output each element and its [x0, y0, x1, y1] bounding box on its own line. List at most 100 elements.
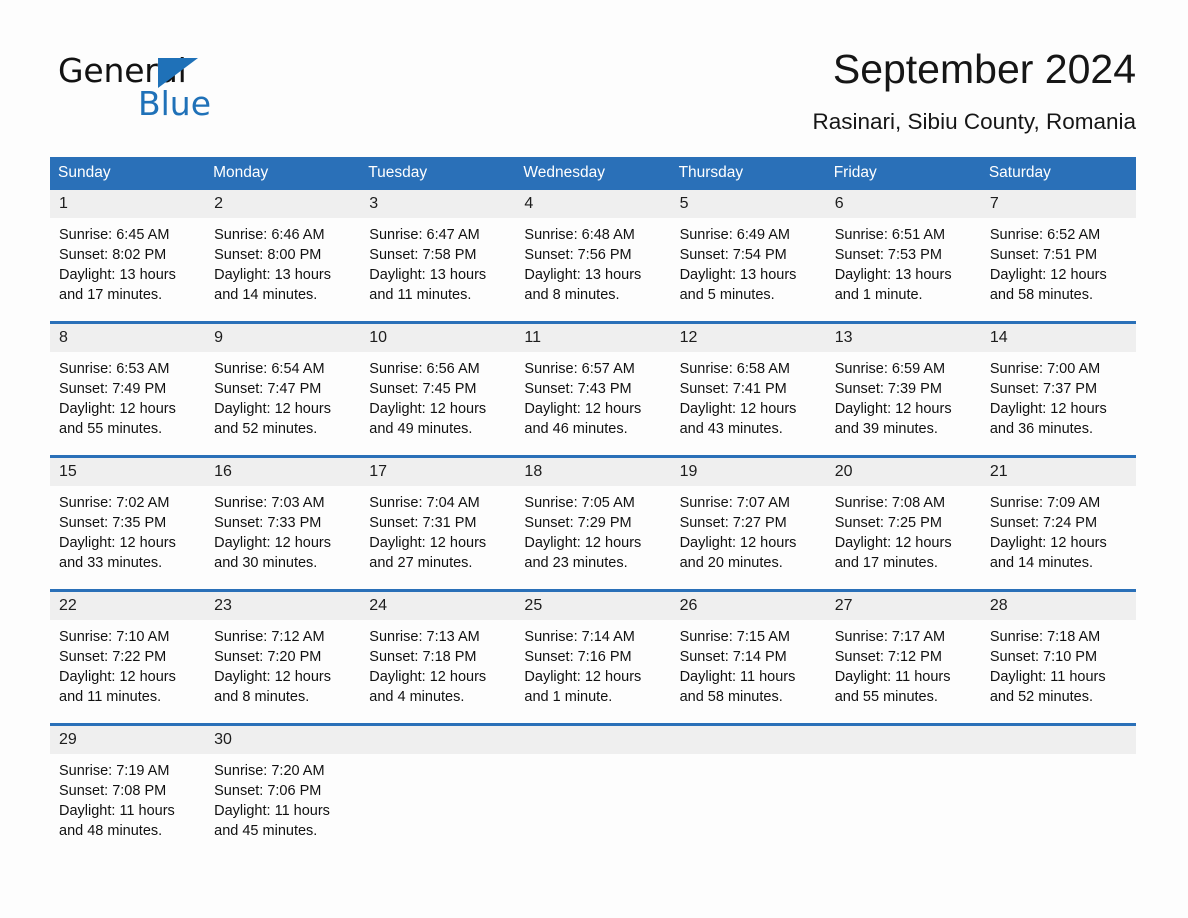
sunset-text: Sunset: 7:18 PM — [369, 649, 477, 665]
sunrise-text: Sunrise: 7:17 AM — [834, 629, 946, 645]
day-info: Sunrise: 6:49 AM Sunset: 7:54 PM Daylight:… — [671, 218, 826, 305]
sunset-text: Sunset: 8:00 PM — [214, 247, 322, 263]
day-number: 5 — [679, 195, 689, 212]
day-info — [360, 754, 515, 761]
day-info: Sunrise: 7:07 AM Sunset: 7:27 PM Daylight:… — [671, 486, 826, 573]
day-number-band: 30 — [205, 726, 361, 754]
calendar-day-cell[interactable]: 25 Sunrise: 7:14 AM Sunset: 7:16 PM Dayligh… — [515, 589, 671, 725]
calendar-day-cell[interactable]: 14 Sunrise: 7:00 AM Sunset: 7:37 PM Dayligh… — [980, 321, 1136, 457]
sunset-text: Sunset: 7:29 PM — [524, 515, 632, 531]
calendar-day-cell[interactable]: 4 Sunrise: 6:48 AM Sunset: 7:56 PM Daylight… — [515, 190, 671, 323]
day-number: 22 — [59, 597, 77, 614]
sunset-text: Sunset: 7:20 PM — [214, 649, 322, 665]
calendar-day-cell-empty — [825, 723, 981, 857]
day-cell-inner: 5 Sunrise: 6:49 AM Sunset: 7:54 PM Daylight… — [670, 190, 826, 321]
daylight-text: Daylight: 12 hours and 43 minutes. — [679, 401, 797, 437]
calendar-day-cell[interactable]: 23 Sunrise: 7:12 AM Sunset: 7:20 PM Dayligh… — [205, 589, 361, 725]
sunset-text: Sunset: 7:14 PM — [679, 649, 787, 665]
day-cell-inner: 21 Sunrise: 7:09 AM Sunset: 7:24 PM Dayligh… — [980, 458, 1136, 589]
day-number: 8 — [59, 329, 68, 346]
weekday-header-tuesday: Tuesday — [360, 157, 516, 190]
calendar-week-row: 22 Sunrise: 7:10 AM Sunset: 7:22 PM Dayligh… — [50, 589, 1136, 725]
day-number-band: 29 — [50, 726, 206, 754]
calendar-week-row: 29 Sunrise: 7:19 AM Sunset: 7:08 PM Dayligh… — [50, 723, 1136, 857]
daylight-text: Daylight: 13 hours and 8 minutes. — [524, 267, 642, 303]
day-info: Sunrise: 7:10 AM Sunset: 7:22 PM Daylight:… — [50, 620, 205, 707]
day-number-band: 12 — [670, 324, 826, 352]
calendar-day-cell[interactable]: 11 Sunrise: 6:57 AM Sunset: 7:43 PM Dayligh… — [515, 321, 671, 457]
day-number-band: 5 — [670, 190, 826, 218]
calendar-day-cell-empty — [515, 723, 671, 857]
day-number: 25 — [524, 597, 543, 614]
day-cell-inner — [980, 726, 1136, 857]
calendar-day-cell[interactable]: 29 Sunrise: 7:19 AM Sunset: 7:08 PM Dayligh… — [50, 723, 206, 857]
day-number-band: 6 — [825, 190, 981, 218]
daylight-text: Daylight: 12 hours and 8 minutes. — [214, 669, 332, 705]
calendar-day-cell[interactable]: 10 Sunrise: 6:56 AM Sunset: 7:45 PM Dayligh… — [360, 321, 516, 457]
day-number: 17 — [369, 463, 388, 480]
day-cell-inner: 2 Sunrise: 6:46 AM Sunset: 8:00 PM Daylight… — [205, 190, 361, 321]
calendar-day-cell[interactable]: 17 Sunrise: 7:04 AM Sunset: 7:31 PM Dayligh… — [360, 455, 516, 591]
day-info: Sunrise: 7:00 AM Sunset: 7:37 PM Daylight:… — [981, 352, 1136, 439]
calendar-day-cell[interactable]: 6 Sunrise: 6:51 AM Sunset: 7:53 PM Daylight… — [825, 190, 981, 323]
day-info: Sunrise: 7:14 AM Sunset: 7:16 PM Daylight:… — [515, 620, 670, 707]
day-number-band: 21 — [980, 458, 1136, 486]
sunset-text: Sunset: 7:49 PM — [59, 381, 167, 397]
day-number-band: 13 — [825, 324, 981, 352]
calendar-day-cell[interactable]: 9 Sunrise: 6:54 AM Sunset: 7:47 PM Daylight… — [205, 321, 361, 457]
calendar-day-cell[interactable]: 1 Sunrise: 6:45 AM Sunset: 8:02 PM Daylight… — [50, 190, 206, 323]
calendar-day-cell[interactable]: 20 Sunrise: 7:08 AM Sunset: 7:25 PM Dayligh… — [825, 455, 981, 591]
day-info: Sunrise: 6:46 AM Sunset: 8:00 PM Daylight:… — [205, 218, 360, 305]
sunrise-text: Sunrise: 7:18 AM — [989, 629, 1101, 645]
day-number-band — [515, 726, 671, 754]
calendar-day-cell[interactable]: 28 Sunrise: 7:18 AM Sunset: 7:10 PM Dayligh… — [980, 589, 1136, 725]
sunset-text: Sunset: 7:35 PM — [59, 515, 167, 531]
sunset-text: Sunset: 7:39 PM — [834, 381, 942, 397]
day-number-band — [980, 726, 1136, 754]
day-info: Sunrise: 7:20 AM Sunset: 7:06 PM Daylight:… — [205, 754, 360, 841]
day-number: 19 — [679, 463, 698, 480]
general-blue-logo[interactable]: General Blue — [58, 52, 258, 132]
day-number: 23 — [214, 597, 232, 614]
calendar-day-cell[interactable]: 21 Sunrise: 7:09 AM Sunset: 7:24 PM Dayligh… — [980, 455, 1136, 591]
sunrise-text: Sunrise: 7:12 AM — [214, 629, 325, 645]
day-number-band: 27 — [825, 592, 981, 620]
sunrise-text: Sunrise: 7:03 AM — [214, 495, 325, 511]
calendar-day-cell[interactable]: 30 Sunrise: 7:20 AM Sunset: 7:06 PM Dayligh… — [205, 723, 361, 857]
calendar-day-cell[interactable]: 12 Sunrise: 6:58 AM Sunset: 7:41 PM Dayligh… — [670, 321, 826, 457]
calendar-day-cell[interactable]: 8 Sunrise: 6:53 AM Sunset: 7:49 PM Daylight… — [50, 321, 206, 457]
calendar-day-cell[interactable]: 19 Sunrise: 7:07 AM Sunset: 7:27 PM Dayligh… — [670, 455, 826, 591]
day-info: Sunrise: 7:17 AM Sunset: 7:12 PM Daylight:… — [826, 620, 981, 707]
calendar-day-cell[interactable]: 5 Sunrise: 6:49 AM Sunset: 7:54 PM Daylight… — [670, 190, 826, 323]
logo-text-blue: Blue — [138, 84, 212, 123]
weekday-header-monday: Monday — [205, 157, 361, 190]
calendar-day-cell[interactable]: 24 Sunrise: 7:13 AM Sunset: 7:18 PM Dayligh… — [360, 589, 516, 725]
calendar-day-cell[interactable]: 3 Sunrise: 6:47 AM Sunset: 7:58 PM Daylight… — [360, 190, 516, 323]
day-number-band: 10 — [360, 324, 516, 352]
calendar-day-cell[interactable]: 15 Sunrise: 7:02 AM Sunset: 7:35 PM Dayligh… — [50, 455, 206, 591]
calendar-day-cell[interactable]: 27 Sunrise: 7:17 AM Sunset: 7:12 PM Dayligh… — [825, 589, 981, 725]
daylight-text: Daylight: 12 hours and 49 minutes. — [369, 401, 487, 437]
calendar-day-cell[interactable]: 16 Sunrise: 7:03 AM Sunset: 7:33 PM Dayligh… — [205, 455, 361, 591]
sunset-text: Sunset: 7:45 PM — [369, 381, 477, 397]
calendar-day-cell[interactable]: 18 Sunrise: 7:05 AM Sunset: 7:29 PM Dayligh… — [515, 455, 671, 591]
day-info: Sunrise: 7:12 AM Sunset: 7:20 PM Daylight:… — [205, 620, 360, 707]
sunset-text: Sunset: 7:25 PM — [834, 515, 942, 531]
day-cell-inner: 25 Sunrise: 7:14 AM Sunset: 7:16 PM Dayligh… — [515, 592, 671, 723]
daylight-text: Daylight: 12 hours and 36 minutes. — [989, 401, 1107, 437]
calendar-day-cell[interactable]: 13 Sunrise: 6:59 AM Sunset: 7:39 PM Dayligh… — [825, 321, 981, 457]
calendar-day-cell[interactable]: 22 Sunrise: 7:10 AM Sunset: 7:22 PM Dayligh… — [50, 589, 206, 725]
day-number-band: 22 — [50, 592, 206, 620]
sunset-text: Sunset: 7:41 PM — [679, 381, 787, 397]
sunrise-text: Sunrise: 7:04 AM — [369, 495, 480, 511]
day-number-band: 14 — [980, 324, 1136, 352]
day-number: 12 — [679, 329, 698, 346]
calendar-day-cell[interactable]: 2 Sunrise: 6:46 AM Sunset: 8:00 PM Daylight… — [205, 190, 361, 323]
day-cell-inner: 8 Sunrise: 6:53 AM Sunset: 7:49 PM Daylight… — [50, 324, 206, 455]
day-cell-inner: 17 Sunrise: 7:04 AM Sunset: 7:31 PM Dayligh… — [360, 458, 516, 589]
daylight-text: Daylight: 11 hours and 58 minutes. — [679, 669, 796, 705]
calendar-week-row: 15 Sunrise: 7:02 AM Sunset: 7:35 PM Dayligh… — [50, 455, 1136, 591]
sunset-text: Sunset: 7:31 PM — [369, 515, 477, 531]
calendar-day-cell[interactable]: 7 Sunrise: 6:52 AM Sunset: 7:51 PM Daylight… — [980, 190, 1136, 323]
calendar-day-cell[interactable]: 26 Sunrise: 7:15 AM Sunset: 7:14 PM Dayligh… — [670, 589, 826, 725]
